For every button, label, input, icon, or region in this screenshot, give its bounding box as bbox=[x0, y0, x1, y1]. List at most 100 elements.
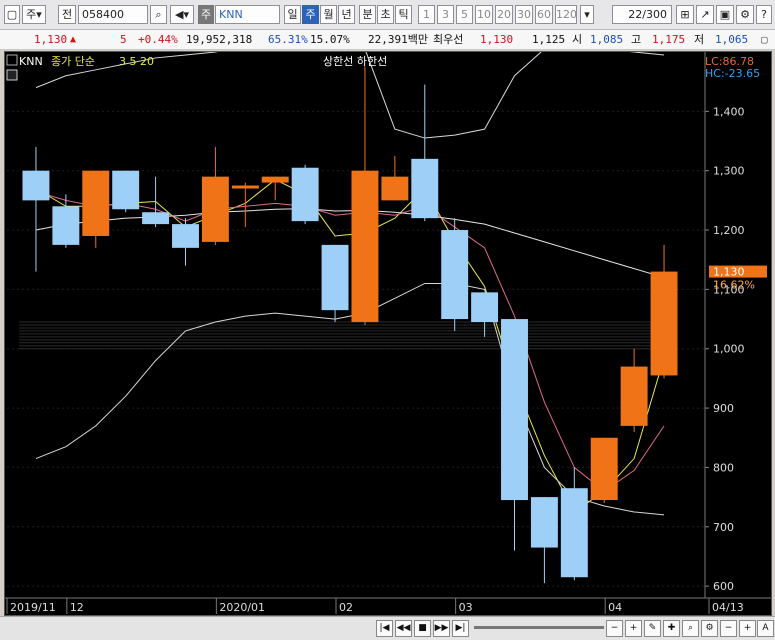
legend-toggle-icon[interactable] bbox=[6, 54, 18, 66]
tab-monthly[interactable]: 월 bbox=[320, 5, 337, 24]
interval-dropdown-icon[interactable]: ▾ bbox=[580, 5, 594, 24]
quote-ratio2: 15.07% bbox=[310, 33, 350, 46]
x-tick-label: 04/13 bbox=[712, 601, 744, 614]
chart-toolbar: ▢ 주▾ 전 058400 ⌕ ◀▾ 주 KNN 일 주 월 년 분 초 틱 1… bbox=[0, 0, 775, 30]
current-price-label: 1,130 bbox=[713, 266, 745, 279]
search-icon[interactable]: ⌕ bbox=[150, 5, 167, 24]
tab-daily[interactable]: 일 bbox=[284, 5, 301, 24]
zoom-in-icon[interactable]: + bbox=[625, 620, 642, 637]
best-label: 최우선 bbox=[433, 33, 464, 46]
candle-body bbox=[441, 230, 469, 320]
up-arrow-icon: ▲ bbox=[70, 34, 77, 45]
quote-amount: 22,391백만 bbox=[368, 33, 428, 46]
plus-button[interactable]: + bbox=[739, 620, 756, 637]
candle-body bbox=[530, 497, 558, 548]
quote-volume: 19,952,318 bbox=[186, 33, 253, 46]
draw-tool-icon[interactable]: ✎ bbox=[644, 620, 661, 637]
series-line-20 bbox=[35, 208, 665, 279]
tab-yearly[interactable]: 년 bbox=[338, 5, 355, 24]
candle-body bbox=[22, 170, 50, 201]
candle-body bbox=[82, 170, 110, 236]
x-tick-label: 2019/11 bbox=[10, 601, 56, 614]
tab-weekly[interactable]: 주 bbox=[302, 5, 319, 24]
crosshair-icon[interactable]: ✚ bbox=[663, 620, 680, 637]
grid-tools-icon[interactable]: ⊞ bbox=[676, 5, 694, 24]
candle-body bbox=[321, 244, 349, 311]
candle-body bbox=[351, 170, 379, 323]
table-icon[interactable] bbox=[6, 69, 18, 81]
x-tick-label: 02 bbox=[339, 601, 353, 614]
nav-first-button[interactable]: |◀ bbox=[376, 620, 393, 637]
zoom-out-icon[interactable]: − bbox=[606, 620, 623, 637]
prefix-button[interactable]: 전 bbox=[58, 5, 76, 24]
y-tick-label: 1,400 bbox=[713, 105, 745, 118]
speaker-icon[interactable]: ◀▾ bbox=[170, 5, 194, 24]
page-counter: 22/300 bbox=[612, 5, 672, 24]
quote-change-pct: +0.44% bbox=[138, 33, 178, 46]
x-tick-label: 2020/01 bbox=[219, 601, 265, 614]
candle-body bbox=[172, 224, 199, 248]
candle-body bbox=[560, 488, 588, 578]
navigation-bar: |◀ ◀◀ ■ ▶▶ ▶| − + ✎ ✚ ⌕ ⚙ − + A bbox=[0, 616, 775, 640]
font-size-icon[interactable]: A bbox=[757, 620, 774, 637]
y-tick-label: 1,300 bbox=[713, 165, 745, 178]
quote-price: 1,130 bbox=[34, 33, 68, 46]
x-tick-label: 04 bbox=[608, 601, 622, 614]
y-tick-label: 1,000 bbox=[713, 343, 745, 356]
nav-forward-button[interactable]: ▶▶ bbox=[433, 620, 450, 637]
interval-60[interactable]: 60 bbox=[535, 5, 553, 24]
expand-icon[interactable]: ▢ bbox=[761, 30, 768, 49]
candle-body bbox=[650, 271, 678, 376]
interval-30[interactable]: 30 bbox=[515, 5, 533, 24]
quote-ratio1: 65.31% bbox=[268, 33, 308, 46]
candle-body bbox=[261, 176, 289, 183]
tab-second[interactable]: 초 bbox=[377, 5, 394, 24]
settings-icon[interactable]: ⚙ bbox=[736, 5, 754, 24]
interval-1[interactable]: 1 bbox=[418, 5, 435, 24]
volume-profile bbox=[19, 321, 655, 350]
ma-label: 종가 단순 bbox=[51, 55, 95, 68]
low-label: 저 bbox=[694, 33, 705, 46]
candle-body bbox=[590, 437, 618, 501]
y-tick-label: 700 bbox=[713, 521, 734, 534]
candle-body bbox=[231, 185, 259, 189]
save-icon[interactable]: ▣ bbox=[716, 5, 734, 24]
help-icon[interactable]: ? bbox=[756, 5, 772, 24]
nav-last-button[interactable]: ▶| bbox=[452, 620, 469, 637]
high-label: 고 bbox=[631, 33, 642, 46]
window-menu-icon[interactable]: ▢ bbox=[4, 5, 20, 24]
candle-body bbox=[411, 158, 439, 219]
minus-button[interactable]: − bbox=[720, 620, 737, 637]
open-price: 1,085 bbox=[590, 33, 624, 46]
settings-small-icon[interactable]: ⚙ bbox=[701, 620, 718, 637]
band-labels: 상한선 하한선 bbox=[323, 54, 387, 68]
interval-5[interactable]: 5 bbox=[456, 5, 473, 24]
interval-3[interactable]: 3 bbox=[437, 5, 454, 24]
y-tick-label: 1,200 bbox=[713, 224, 745, 237]
interval-10[interactable]: 10 bbox=[475, 5, 493, 24]
interval-20[interactable]: 20 bbox=[495, 5, 513, 24]
y-tick-label: 900 bbox=[713, 402, 734, 415]
period-select[interactable]: 주▾ bbox=[22, 5, 46, 24]
candle-body bbox=[112, 170, 140, 210]
y-tick-label: 600 bbox=[713, 580, 734, 593]
line-tools-icon[interactable]: ↗ bbox=[696, 5, 714, 24]
nav-rewind-button[interactable]: ◀◀ bbox=[395, 620, 412, 637]
interval-120[interactable]: 120 bbox=[555, 5, 577, 24]
nav-stop-button[interactable]: ■ bbox=[414, 620, 431, 637]
tab-tick[interactable]: 틱 bbox=[395, 5, 412, 24]
candle-body bbox=[381, 176, 409, 201]
code-input[interactable]: 058400 bbox=[78, 5, 148, 24]
stock-name-field[interactable]: KNN bbox=[215, 5, 280, 24]
period-select-label: 주 bbox=[26, 8, 37, 21]
y-tick-label: 800 bbox=[713, 461, 734, 474]
indicator-lines bbox=[35, 39, 665, 516]
best-price-2: 1,125 bbox=[532, 33, 566, 46]
tab-minute[interactable]: 분 bbox=[359, 5, 376, 24]
series-line-하한선 bbox=[35, 282, 665, 516]
magnifier-icon[interactable]: ⌕ bbox=[682, 620, 699, 637]
stock-tag: 주 bbox=[198, 5, 214, 24]
candle-body bbox=[142, 212, 170, 225]
zoom-slider[interactable] bbox=[474, 626, 604, 629]
price-chart[interactable]: 600 700 800 900 1,000 1,100 1,200 1,300 1,400 20… bbox=[4, 39, 772, 616]
